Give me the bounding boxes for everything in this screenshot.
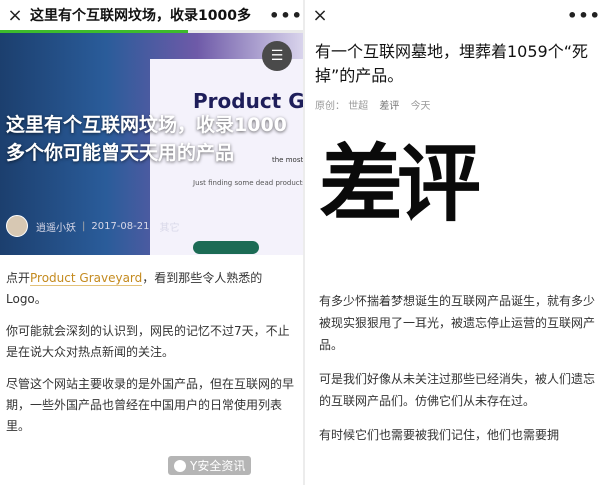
left-topbar: × 这里有个互联网坟场，收录1000多 ••• <box>0 0 303 30</box>
watermark-text: Y安全资讯 <box>190 459 246 473</box>
logo-text: 差评 <box>319 135 481 233</box>
hero-card-body: Just finding some dead products <box>193 179 303 187</box>
chaping-logo: 差评 <box>319 138 584 230</box>
avatar[interactable] <box>6 215 28 237</box>
product-graveyard-link[interactable]: Product Graveyard <box>30 271 143 286</box>
wechat-icon <box>174 459 186 472</box>
menu-icon[interactable]: ☰ <box>262 41 292 71</box>
screenshot: × 这里有个互联网坟场，收录1000多 ••• Product Graveyar… <box>0 0 601 485</box>
paragraph: 有多少怀揣着梦想诞生的互联网产品诞生，就有多少被现实狠狠甩了一耳光，被遗忘停止运… <box>319 294 596 352</box>
publish-date: 今天 <box>410 101 431 112</box>
paragraph: 可是我们好像从未关注过那些已经消失，被人们遗忘的互联网产品们。仿佛它们从未存在过… <box>319 372 596 408</box>
watermark: Y安全资讯 <box>168 456 252 475</box>
more-options-icon[interactable]: ••• <box>567 6 601 25</box>
original-label: 原创： <box>315 101 345 112</box>
publish-date: 2017-08-21 <box>91 220 150 232</box>
source-account[interactable]: 差评 <box>379 101 399 112</box>
more-options-icon[interactable]: ••• <box>269 6 303 25</box>
article-meta: 原创： 世超 差评 今天 <box>315 97 431 112</box>
author-row: 逍遥小妖 | 2017-08-21 其它 <box>6 215 180 237</box>
right-article-panel: × ••• 有一个互联网墓地，埋葬着1059个“死掉”的产品。 原创： 世超 差… <box>305 0 601 485</box>
paragraph: 有时候它们也需要被我们记住，他们也需要拥 <box>319 428 560 442</box>
hero-image: Product Graveyard the most memorable dea… <box>0 33 303 255</box>
right-topbar: × ••• <box>305 0 601 30</box>
paragraph: 点开Product Graveyard，看到那些令人熟悉的Logo。 <box>6 268 298 310</box>
article-title: 有一个互联网墓地，埋葬着1059个“死掉”的产品。 <box>315 42 589 85</box>
paragraph-text: 点开 <box>6 271 31 285</box>
paragraph: 你可能就会深刻的认识到，网民的记忆不过7天，不止是在说大众对热点新闻的关注。 <box>6 324 290 359</box>
close-icon[interactable]: × <box>0 5 30 26</box>
category-label[interactable]: 其它 <box>160 219 180 234</box>
meta-separator: | <box>82 220 86 232</box>
close-icon[interactable]: × <box>305 5 335 26</box>
hero-card-button <box>193 241 259 254</box>
author-name[interactable]: 世超 <box>348 101 368 112</box>
article-title: 这里有个互联网坟场，收录1000多个你可能曾天天用的产品 <box>6 114 287 164</box>
topbar-title: 这里有个互联网坟场，收录1000多 <box>30 8 251 24</box>
article-body: 点开Product Graveyard，看到那些令人熟悉的Logo。 你可能就会… <box>6 268 298 448</box>
paragraph: 尽管这个网站主要收录的是外国产品，但在互联网的早期，一些外国产品也曾经在中国用户… <box>6 377 295 433</box>
author-name[interactable]: 逍遥小妖 <box>36 219 76 234</box>
left-article-panel: × 这里有个互联网坟场，收录1000多 ••• Product Graveyar… <box>0 0 303 485</box>
article-body: 有多少怀揣着梦想诞生的互联网产品诞生，就有多少被现实狠狠甩了一耳光，被遗忘停止运… <box>319 290 595 458</box>
